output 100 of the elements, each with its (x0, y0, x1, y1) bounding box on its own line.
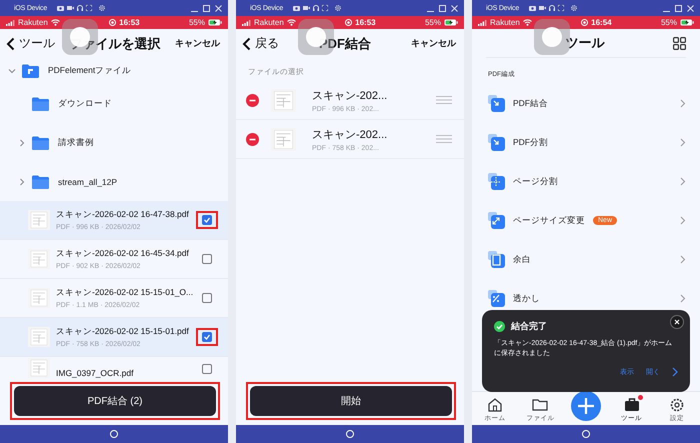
checkbox[interactable] (202, 332, 212, 342)
home-button[interactable] (582, 430, 590, 438)
chevron-right-icon (680, 177, 686, 186)
camera-icon[interactable] (57, 5, 64, 11)
back-button[interactable]: ツール (6, 35, 55, 52)
maximize-icon[interactable] (439, 4, 446, 12)
battery-icon (680, 19, 694, 26)
tool-name: 余白 (513, 254, 531, 266)
home-button[interactable] (110, 430, 118, 438)
carrier-name: Rakuten (490, 18, 520, 27)
wifi-icon (286, 19, 296, 26)
folder-icon (32, 96, 49, 110)
video-icon[interactable] (303, 5, 310, 11)
cancel-button[interactable]: キャンセル (411, 37, 456, 50)
document-thumbnail (271, 88, 296, 112)
camera-icon[interactable] (293, 5, 300, 11)
video-icon[interactable] (67, 5, 74, 11)
chevron-right-icon (680, 138, 686, 147)
success-icon (494, 321, 505, 332)
folder-name: 請求書例 (58, 136, 94, 148)
headphones-icon[interactable] (77, 5, 84, 11)
tool-icon (488, 134, 505, 151)
folder-row[interactable]: ダウンロード (0, 84, 228, 123)
tool-item[interactable]: ページ分割 (472, 162, 700, 201)
tool-item[interactable]: 余白 (472, 240, 700, 279)
chevron-right-icon (680, 255, 686, 264)
tool-item[interactable]: PDF結合 (472, 84, 700, 123)
checkbox[interactable] (202, 215, 212, 225)
document-thumbnail (28, 210, 50, 230)
recording-icon (581, 19, 588, 26)
grid-icon[interactable] (673, 37, 686, 50)
tool-name: 透かし (513, 292, 540, 304)
recording-icon (345, 19, 352, 26)
tool-icon (488, 212, 505, 229)
chevron-left-icon[interactable] (6, 36, 15, 50)
headphones-icon[interactable] (549, 5, 556, 11)
tool-name: PDF分割 (513, 136, 548, 148)
folder-icon (32, 136, 49, 150)
document-thumbnail (28, 358, 50, 378)
document-thumbnail (28, 288, 50, 308)
start-button[interactable]: 開始 (250, 386, 452, 416)
app-folder-icon (22, 64, 39, 78)
signal-icon (478, 20, 487, 26)
chevron-right-icon[interactable] (18, 138, 26, 146)
document-thumbnail (28, 249, 50, 269)
cancel-button[interactable]: キャンセル (175, 37, 220, 50)
drag-handle-icon[interactable] (436, 96, 452, 104)
carrier-name: Rakuten (254, 18, 284, 27)
folder-name: ダウンロード (58, 98, 112, 110)
settings-icon[interactable] (99, 5, 106, 11)
checkbox[interactable] (202, 293, 212, 303)
tool-icon (488, 251, 505, 268)
drag-handle-icon[interactable] (436, 135, 452, 143)
folder-icon (32, 174, 49, 188)
chevron-right-icon (680, 294, 686, 303)
file-name: スキャン-202... (312, 88, 388, 102)
settings-icon[interactable] (335, 5, 342, 11)
file-name: スキャン-2026-02-02 15-15-01.pdf (56, 326, 190, 338)
add-button[interactable] (570, 390, 601, 420)
folder-row[interactable]: PDFelementファイル (0, 58, 228, 84)
tool-icon (488, 173, 505, 190)
home-button[interactable] (346, 430, 354, 438)
merge-button[interactable]: PDF結合 (2) (14, 386, 216, 416)
tool-icon (488, 95, 505, 112)
back-button[interactable]: 戻る (242, 35, 279, 52)
remove-icon[interactable] (246, 94, 259, 106)
chevron-right-icon[interactable] (672, 366, 678, 377)
remove-icon[interactable] (246, 132, 259, 146)
fullscreen-icon[interactable] (558, 5, 564, 11)
file-name: スキャン-2026-02-02 16-45-34.pdf (56, 248, 190, 260)
checkbox[interactable] (202, 254, 212, 264)
tool-item[interactable]: 透かし (472, 279, 700, 318)
headphones-icon[interactable] (313, 5, 320, 11)
file-row[interactable]: IMG_0397_OCR.pdf (0, 357, 228, 378)
chevron-down-icon[interactable] (8, 67, 16, 75)
video-icon[interactable] (539, 5, 546, 11)
assistive-touch-button[interactable] (62, 19, 98, 55)
toast-title: 結合完了 (511, 320, 547, 333)
document-thumbnail (271, 128, 296, 150)
chevron-left-icon[interactable] (242, 36, 251, 50)
tool-item[interactable]: PDF分割 (472, 123, 700, 162)
camera-icon[interactable] (529, 5, 536, 11)
battery-percent: 55% (424, 18, 441, 27)
battery-icon (444, 19, 458, 26)
fullscreen-icon[interactable] (86, 5, 92, 11)
recording-icon (109, 19, 116, 26)
file-name: スキャン-2026-02-02 15-15-01_O... (56, 287, 190, 299)
checkbox[interactable] (202, 364, 212, 374)
wifi-icon (50, 19, 60, 26)
folder-row[interactable]: stream_all_12P (0, 162, 228, 201)
chevron-right-icon[interactable] (18, 178, 26, 186)
file-name: IMG_0397_OCR.pdf (56, 368, 134, 378)
settings-icon[interactable] (571, 5, 578, 11)
maximize-icon[interactable] (203, 4, 210, 12)
file-name: スキャン-202... (312, 128, 388, 142)
fullscreen-icon[interactable] (322, 5, 328, 11)
maximize-icon[interactable] (675, 4, 682, 12)
carrier-name: Rakuten (18, 18, 48, 27)
close-icon[interactable] (670, 315, 684, 329)
folder-row[interactable]: 請求書例 (0, 123, 228, 162)
